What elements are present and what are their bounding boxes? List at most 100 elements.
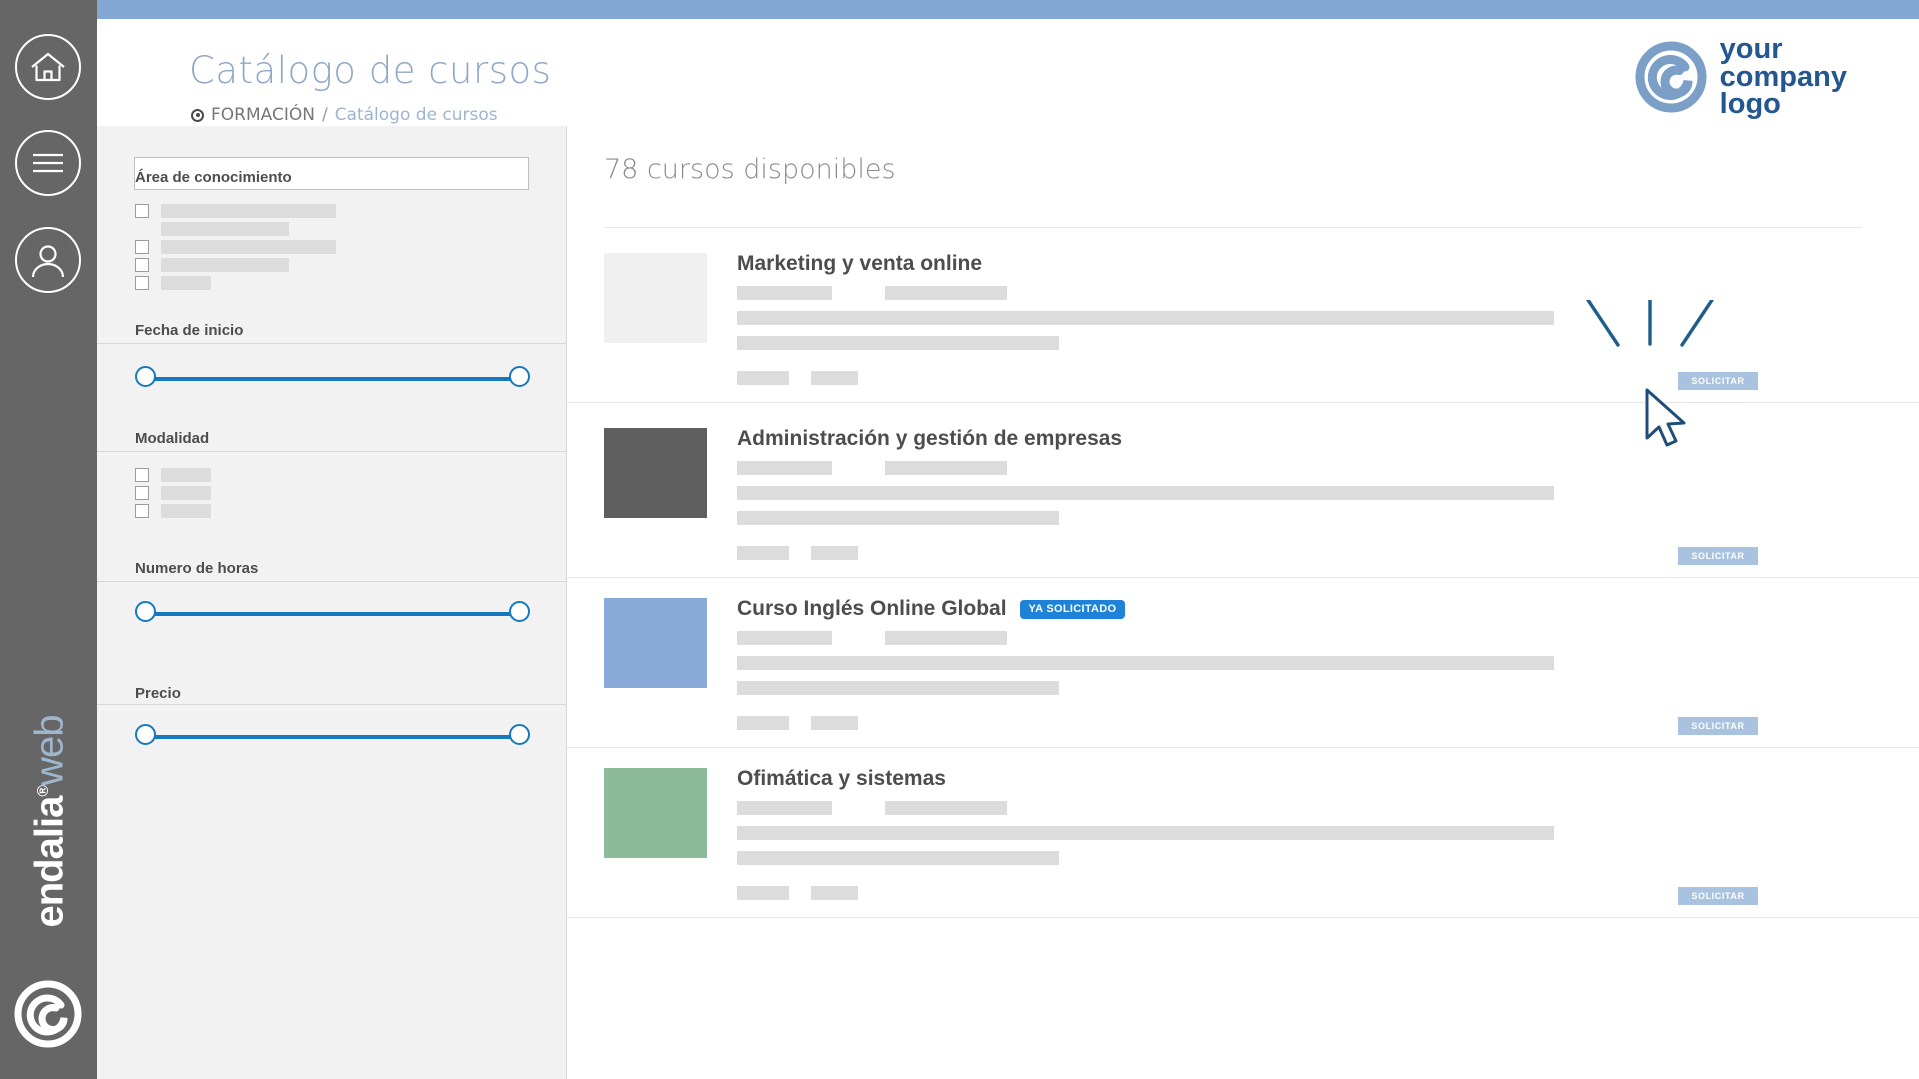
filter-checkbox[interactable] [135, 486, 149, 500]
course-meta-placeholders [737, 801, 1007, 815]
course-title-row: Administración y gestión de empresas [737, 427, 1122, 451]
filter-option-row[interactable] [135, 504, 211, 518]
filter-option-placeholder [161, 486, 211, 500]
course-title-row: Curso Inglés Online Global YA SOLICITADO [737, 597, 1126, 621]
filter-option-placeholder [161, 468, 211, 482]
home-icon[interactable] [15, 34, 81, 100]
course-title[interactable]: Curso Inglés Online Global [737, 597, 1007, 621]
description-placeholder [737, 511, 1059, 525]
slider-handle-max[interactable] [509, 366, 530, 387]
company-logo-line-3: logo [1719, 88, 1781, 121]
slider-handle-max[interactable] [509, 601, 530, 622]
slider-track[interactable] [145, 612, 520, 616]
range-slider-horas[interactable] [135, 601, 530, 627]
filter-option-row[interactable] [135, 276, 211, 290]
endalia-branding: endalia®web [0, 649, 97, 1069]
filters-sidebar: Área de conocimiento Fecha de inicio Modal… [97, 126, 567, 1079]
course-thumbnail [604, 768, 707, 858]
request-course-button[interactable]: SOLICITAR [1678, 372, 1758, 390]
slider-track[interactable] [145, 377, 520, 381]
filter-option-row[interactable] [135, 258, 289, 272]
course-thumbnail [604, 428, 707, 518]
description-placeholder [737, 851, 1059, 865]
filter-checkbox[interactable] [135, 504, 149, 518]
filter-checkbox[interactable] [135, 240, 149, 254]
company-logo-line-2: company [1719, 60, 1847, 93]
course-title[interactable]: Marketing y venta online [737, 252, 982, 276]
user-icon[interactable] [15, 227, 81, 293]
request-course-button[interactable]: SOLICITAR [1678, 547, 1758, 565]
filter-checkbox[interactable] [135, 258, 149, 272]
filter-label-horas: Numero de horas [135, 560, 259, 577]
meta-placeholder [737, 631, 832, 645]
request-course-button[interactable]: SOLICITAR [1678, 887, 1758, 905]
filter-section-divider [97, 451, 567, 452]
left-navigation-rail: endalia®web [0, 0, 97, 1079]
course-tag-placeholders [737, 546, 858, 560]
range-slider-precio[interactable] [135, 724, 530, 750]
meta-placeholder [885, 461, 1007, 475]
slider-handle-min[interactable] [135, 366, 156, 387]
filter-option-row[interactable] [135, 486, 211, 500]
filter-option-row[interactable] [135, 204, 336, 218]
description-placeholder [737, 336, 1059, 350]
course-meta-placeholders [737, 631, 1007, 645]
breadcrumb: FORMACIÓN / Catálogo de cursos [191, 105, 498, 125]
filter-section-divider [97, 581, 567, 582]
filter-checkbox[interactable] [135, 468, 149, 482]
course-thumbnail [604, 598, 707, 688]
course-card[interactable]: Curso Inglés Online Global YA SOLICITADO S… [567, 573, 1919, 748]
course-tag-placeholders [737, 716, 858, 730]
filter-option-row[interactable] [135, 468, 211, 482]
meta-placeholder [885, 631, 1007, 645]
filter-checkbox[interactable] [135, 276, 149, 290]
description-placeholder [737, 486, 1554, 500]
course-card[interactable]: Marketing y venta online SOLICITAR [567, 228, 1919, 403]
course-thumbnail [604, 253, 707, 343]
course-list-panel: 78 cursos disponibles Marketing y venta … [567, 126, 1919, 1079]
course-card[interactable]: Ofimática y sistemas SOLICITAR [567, 743, 1919, 918]
tag-placeholder [811, 716, 858, 730]
company-logo-text: your company logo [1719, 33, 1847, 121]
course-title[interactable]: Administración y gestión de empresas [737, 427, 1122, 451]
filter-section-divider [97, 704, 567, 705]
course-card[interactable]: Administración y gestión de empresas SOLI… [567, 403, 1919, 578]
course-tag-placeholders [737, 886, 858, 900]
breadcrumb-root[interactable]: FORMACIÓN [211, 105, 315, 125]
slider-handle-min[interactable] [135, 724, 156, 745]
course-catalog-page: endalia®web Catálogo de cursos FORMACIÓN… [0, 0, 1919, 1079]
meta-placeholder [885, 801, 1007, 815]
description-placeholder [737, 656, 1554, 670]
slider-track[interactable] [145, 735, 520, 739]
tag-placeholder [811, 371, 858, 385]
meta-placeholder [737, 801, 832, 815]
tag-placeholder [811, 546, 858, 560]
description-placeholder [737, 311, 1554, 325]
company-logo-line-1: your [1719, 33, 1783, 65]
course-title-row: Marketing y venta online [737, 252, 982, 276]
range-slider-fecha[interactable] [135, 366, 530, 392]
filter-option-row[interactable] [135, 240, 336, 254]
slider-handle-min[interactable] [135, 601, 156, 622]
brand-wordmark: endalia®web [28, 632, 73, 1012]
filter-option-placeholder [161, 504, 211, 518]
breadcrumb-current: Catálogo de cursos [334, 105, 498, 125]
meta-placeholder [737, 461, 832, 475]
menu-icon[interactable] [15, 130, 81, 196]
brand-name: endalia [27, 796, 72, 928]
course-count: 78 cursos disponibles [604, 154, 896, 185]
filter-option-placeholder [161, 204, 336, 218]
course-meta-placeholders [737, 461, 1007, 475]
request-course-button[interactable]: SOLICITAR [1678, 717, 1758, 735]
filter-option-placeholder [161, 276, 211, 290]
meta-placeholder [885, 286, 1007, 300]
tag-placeholder [811, 886, 858, 900]
course-title[interactable]: Ofimática y sistemas [737, 767, 946, 791]
filter-option-row[interactable] [135, 222, 289, 236]
filter-checkbox[interactable] [135, 204, 149, 218]
course-description-placeholders [737, 311, 1554, 361]
filter-label-area: Área de conocimiento [135, 169, 292, 186]
course-description-placeholders [737, 486, 1554, 536]
course-meta-placeholders [737, 286, 1007, 300]
slider-handle-max[interactable] [509, 724, 530, 745]
